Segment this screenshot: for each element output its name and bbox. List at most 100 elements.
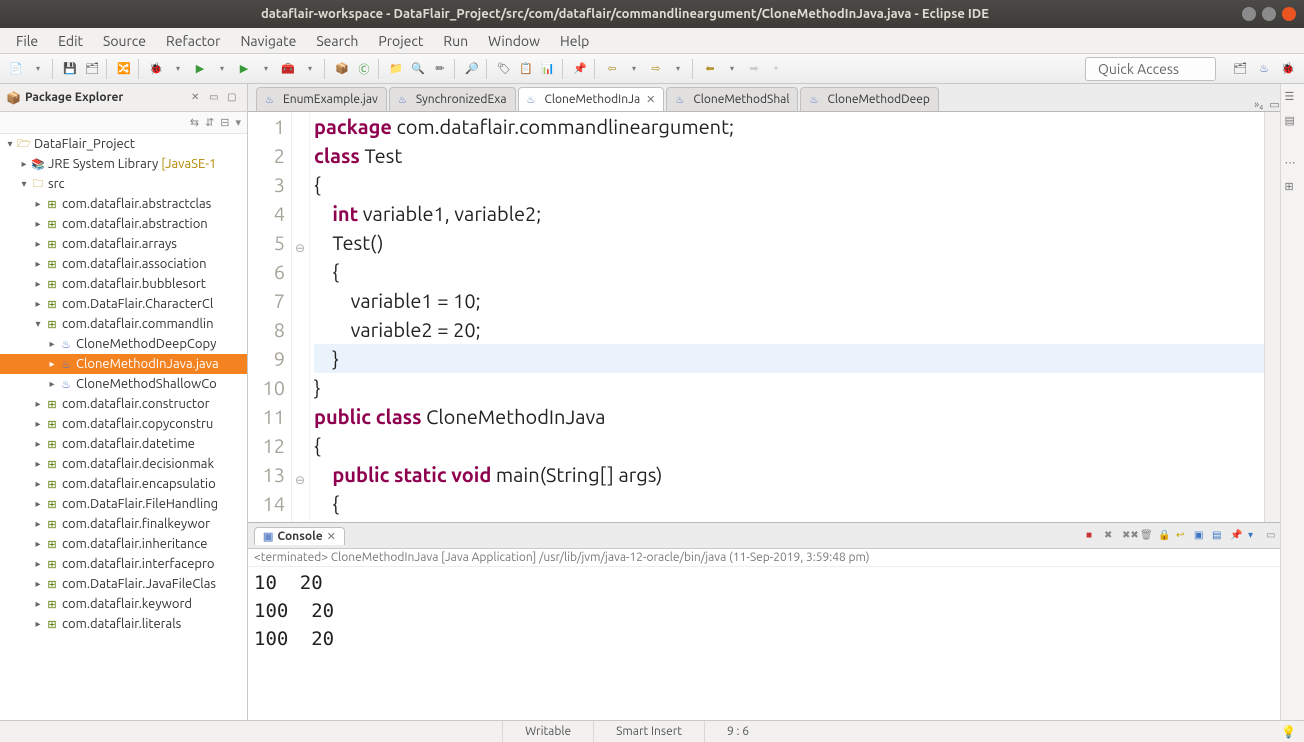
tree-row[interactable]: ▸⊞com.dataflair.constructor [0, 394, 247, 414]
dropdown-icon[interactable]: ▾ [722, 59, 742, 79]
new-package-icon[interactable]: 📦 [332, 59, 352, 79]
fold-marker-icon[interactable]: ⊖ [295, 234, 305, 263]
view-minimize-icon[interactable]: ▭ [209, 91, 223, 105]
tree-row[interactable]: ▸♨CloneMethodInJava.java [0, 354, 247, 374]
console-output[interactable]: 10 20 100 20 100 20 [248, 567, 1304, 720]
forward-icon[interactable]: ⇨ [646, 59, 666, 79]
dropdown-icon[interactable]: ▾ [624, 59, 644, 79]
tree-row[interactable]: ▸⊞com.dataflair.inheritance [0, 534, 247, 554]
code-line[interactable]: int variable1, variable2; [314, 199, 1264, 228]
new-class-icon[interactable]: Ⓒ [354, 59, 374, 79]
editor-tab[interactable]: ♨SynchronizedExa [389, 87, 516, 111]
tree-row[interactable]: ▸♨CloneMethodShallowCo [0, 374, 247, 394]
close-icon[interactable]: ✕ [327, 530, 336, 543]
twistie-icon[interactable]: ▸ [32, 538, 44, 550]
code-line[interactable]: Test() [314, 228, 1264, 257]
restore-icon[interactable]: ⋯ [1285, 156, 1301, 172]
tab-overflow-indicator[interactable]: »₄ [1254, 99, 1263, 111]
twistie-icon[interactable]: ▸ [32, 598, 44, 610]
window-maximize-button[interactable] [1262, 7, 1276, 21]
code-line[interactable]: class Test [314, 141, 1264, 170]
tree-row[interactable]: ▾🗁DataFlair_Project [0, 134, 247, 154]
debug-perspective-icon[interactable]: 🐞 [1278, 59, 1298, 79]
tree-row[interactable]: ▸♨CloneMethodDeepCopy [0, 334, 247, 354]
tree-row[interactable]: ▸⊞com.dataflair.arrays [0, 234, 247, 254]
code-line[interactable]: public static void main(String[] args) [314, 460, 1264, 489]
twistie-icon[interactable]: ▸ [46, 358, 58, 370]
window-close-button[interactable] [1282, 7, 1296, 21]
menu-source[interactable]: Source [93, 30, 156, 52]
scroll-lock-icon[interactable]: 🔒 [1158, 529, 1172, 543]
twistie-icon[interactable]: ▸ [32, 238, 44, 250]
back-icon[interactable]: ⇦ [602, 59, 622, 79]
dropdown-icon[interactable]: ▾ [212, 59, 232, 79]
link-editor-icon[interactable]: ⇵ [205, 116, 214, 129]
twistie-icon[interactable]: ▸ [46, 338, 58, 350]
twistie-icon[interactable]: ▸ [32, 398, 44, 410]
tree-row[interactable]: ▸📚JRE System Library [JavaSE-1 [0, 154, 247, 174]
tree-row[interactable]: ▸⊞com.dataflair.datetime [0, 434, 247, 454]
twistie-icon[interactable]: ▸ [32, 418, 44, 430]
code-line[interactable]: package com.dataflair.commandlineargumen… [314, 112, 1264, 141]
dropdown-icon[interactable]: ▾ [28, 59, 48, 79]
twistie-icon[interactable]: ▸ [32, 458, 44, 470]
save-all-icon[interactable]: 🗂 [82, 59, 102, 79]
tree-row[interactable]: ▸⊞com.dataflair.finalkeywor [0, 514, 247, 534]
open-task-icon[interactable]: 🔍 [408, 59, 428, 79]
editor-tab[interactable]: ♨CloneMethodDeep [800, 87, 938, 111]
run-icon[interactable]: ▶ [190, 59, 210, 79]
twistie-icon[interactable]: ▸ [32, 618, 44, 630]
twistie-icon[interactable]: ▸ [32, 218, 44, 230]
menu-refactor[interactable]: Refactor [156, 30, 230, 52]
tree-row[interactable]: ▸⊞com.DataFlair.JavaFileClas [0, 574, 247, 594]
code-line[interactable]: variable2 = 20; [314, 315, 1264, 344]
menu-file[interactable]: File [6, 30, 48, 52]
dropdown-icon[interactable]: ▾ [256, 59, 276, 79]
tree-row[interactable]: ▸⊞com.dataflair.decisionmak [0, 454, 247, 474]
menu-edit[interactable]: Edit [48, 30, 93, 52]
close-icon[interactable]: ✕ [646, 93, 655, 106]
word-wrap-icon[interactable]: ↩ [1176, 529, 1190, 543]
coverage-icon[interactable]: ▶ [234, 59, 254, 79]
project-tree[interactable]: ▾🗁DataFlair_Project▸📚JRE System Library … [0, 134, 247, 634]
minimize-icon[interactable]: ▭ [1266, 529, 1280, 543]
remove-all-icon[interactable]: ✖✖ [1122, 529, 1136, 543]
tree-row[interactable]: ▾🗀src [0, 174, 247, 194]
tip-icon[interactable]: 💡 [1273, 725, 1304, 739]
twistie-icon[interactable]: ▾ [4, 138, 16, 150]
quick-access-input[interactable]: Quick Access [1085, 57, 1216, 81]
tree-row[interactable]: ▸⊞com.dataflair.copyconstru [0, 414, 247, 434]
editor-tab[interactable]: ♨CloneMethodInJa✕ [518, 87, 665, 111]
twistie-icon[interactable]: ▸ [32, 298, 44, 310]
history-back-icon[interactable]: ⬅ [700, 59, 720, 79]
filter-icon[interactable]: ⊟ [220, 116, 229, 129]
new-icon[interactable]: 📄 [6, 59, 26, 79]
remove-launch-icon[interactable]: ✖ [1104, 529, 1118, 543]
tree-row[interactable]: ▸⊞com.dataflair.literals [0, 614, 247, 634]
pin-icon[interactable]: 📌 [570, 59, 590, 79]
tree-row[interactable]: ▾⊞com.dataflair.commandlin [0, 314, 247, 334]
code-area[interactable]: package com.dataflair.commandlineargumen… [310, 112, 1264, 522]
twistie-icon[interactable]: ▸ [32, 258, 44, 270]
twistie-icon[interactable]: ▸ [32, 558, 44, 570]
pin-console-icon[interactable]: 📌 [1230, 529, 1244, 543]
code-line[interactable]: } [314, 373, 1264, 402]
code-line[interactable]: } [314, 344, 1264, 373]
toggle-icon[interactable]: 🔀 [114, 59, 134, 79]
search-icon[interactable]: 🔎 [462, 59, 482, 79]
twistie-icon[interactable]: ▸ [32, 478, 44, 490]
code-line[interactable]: { [314, 489, 1264, 518]
debug-icon[interactable]: 🐞 [146, 59, 166, 79]
tree-row[interactable]: ▸⊞com.DataFlair.CharacterCl [0, 294, 247, 314]
tree-row[interactable]: ▸⊞com.dataflair.bubblesort [0, 274, 247, 294]
menu-project[interactable]: Project [368, 30, 433, 52]
task-icon[interactable]: 📋 [516, 59, 536, 79]
view-maximize-icon[interactable]: ▢ [227, 91, 241, 105]
menu-run[interactable]: Run [433, 30, 478, 52]
code-line[interactable]: { [314, 170, 1264, 199]
tree-row[interactable]: ▸⊞com.dataflair.encapsulatio [0, 474, 247, 494]
twistie-icon[interactable]: ▸ [32, 198, 44, 210]
editor-scrollbar[interactable] [1264, 112, 1280, 522]
display-selected-icon[interactable]: ▤ [1212, 529, 1226, 543]
menu-window[interactable]: Window [478, 30, 550, 52]
